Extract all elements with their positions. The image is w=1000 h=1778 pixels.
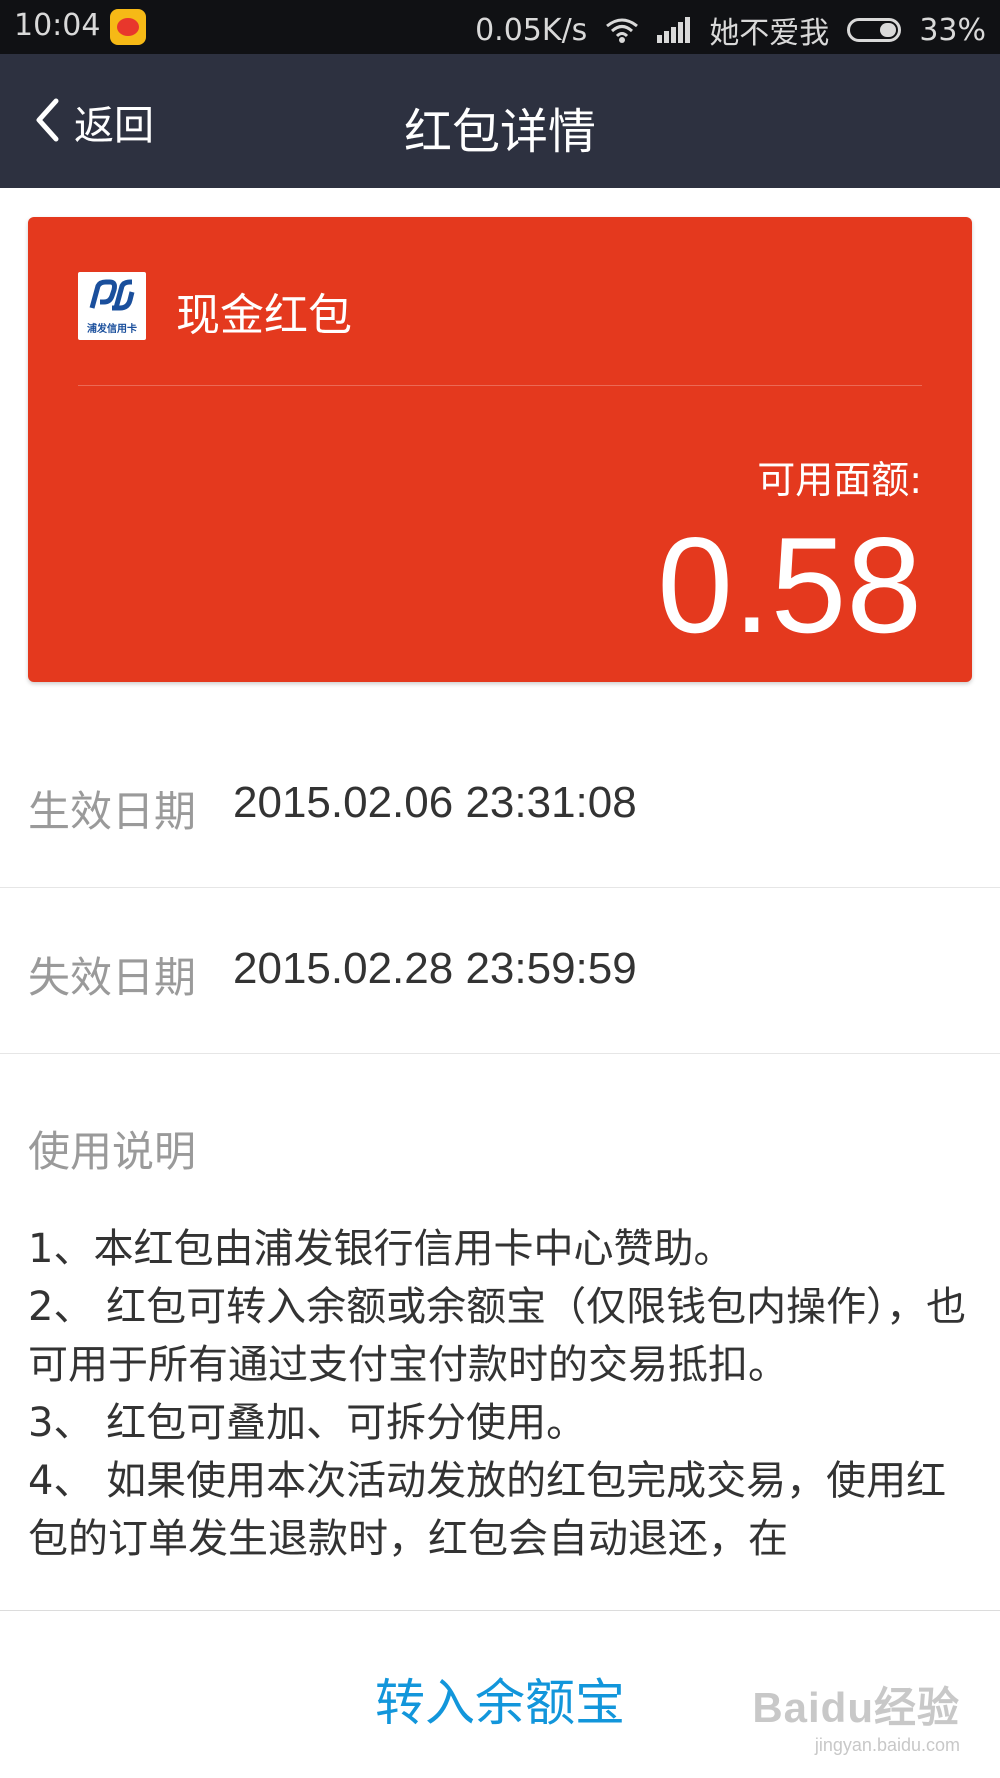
battery-icon	[847, 18, 902, 42]
expiry-date-label: 失效日期	[28, 953, 197, 1002]
red-packet-card: 浦发信用卡 现金红包 可用面额: 0.58	[28, 217, 972, 682]
effective-date-label: 生效日期	[28, 787, 197, 836]
status-bar: 10:04 0.05K/s 她不爱我 33%	[0, 0, 1000, 54]
balance-value: 0.58	[657, 509, 922, 661]
balance-label: 可用面额:	[757, 458, 922, 502]
instruction-item: 2、 红包可转入余额或余额宝（仅限钱包内操作），也可用于所有通过支付宝付款时的交…	[28, 1284, 967, 1388]
effective-date-row: 生效日期 2015.02.06 23:31:08	[0, 722, 1000, 888]
instruction-item: 4、 如果使用本次活动发放的红包完成交易，使用红包的订单发生退款时，红包会自动退…	[28, 1458, 947, 1562]
card-title: 现金红包	[176, 290, 352, 341]
bottom-action-bar: 转入余额宝 Baidu经验 jingyan.baidu.com	[0, 1610, 1000, 1778]
expiry-date-row: 失效日期 2015.02.28 23:59:59	[0, 888, 1000, 1054]
battery-percent: 33%	[919, 12, 986, 48]
nav-bar: 返回 红包详情	[0, 54, 1000, 188]
expiry-date-value: 2015.02.28 23:59:59	[233, 944, 637, 993]
signal-icon	[657, 17, 691, 43]
page-title: 红包详情	[403, 104, 596, 160]
watermark-url: jingyan.baidu.com	[814, 1735, 960, 1755]
status-right-group: 0.05K/s 她不爱我 33%	[475, 8, 986, 52]
weibo-icon	[110, 9, 146, 45]
bank-logo: 浦发信用卡	[78, 272, 146, 340]
instructions-list: 1、本红包由浦发银行信用卡中心赞助。 2、 红包可转入余额或余额宝（仅限钱包内操…	[28, 1220, 972, 1610]
instruction-item: 1、本红包由浦发银行信用卡中心赞助。	[28, 1226, 734, 1272]
instructions-title: 使用说明	[28, 1127, 197, 1176]
effective-date-value: 2015.02.06 23:31:08	[233, 778, 637, 827]
bank-logo-text: 浦发信用卡	[87, 324, 137, 335]
card-divider	[78, 385, 922, 386]
wifi-icon	[605, 16, 639, 44]
instruction-item: 3、 红包可叠加、可拆分使用。	[28, 1400, 587, 1446]
watermark-brand: Baidu经验	[752, 1684, 960, 1731]
status-time: 10:04	[14, 8, 101, 43]
carrier-name: 她不爱我	[709, 16, 830, 51]
baidu-watermark: Baidu经验 jingyan.baidu.com	[752, 1674, 960, 1756]
network-speed: 0.05K/s	[475, 12, 588, 48]
